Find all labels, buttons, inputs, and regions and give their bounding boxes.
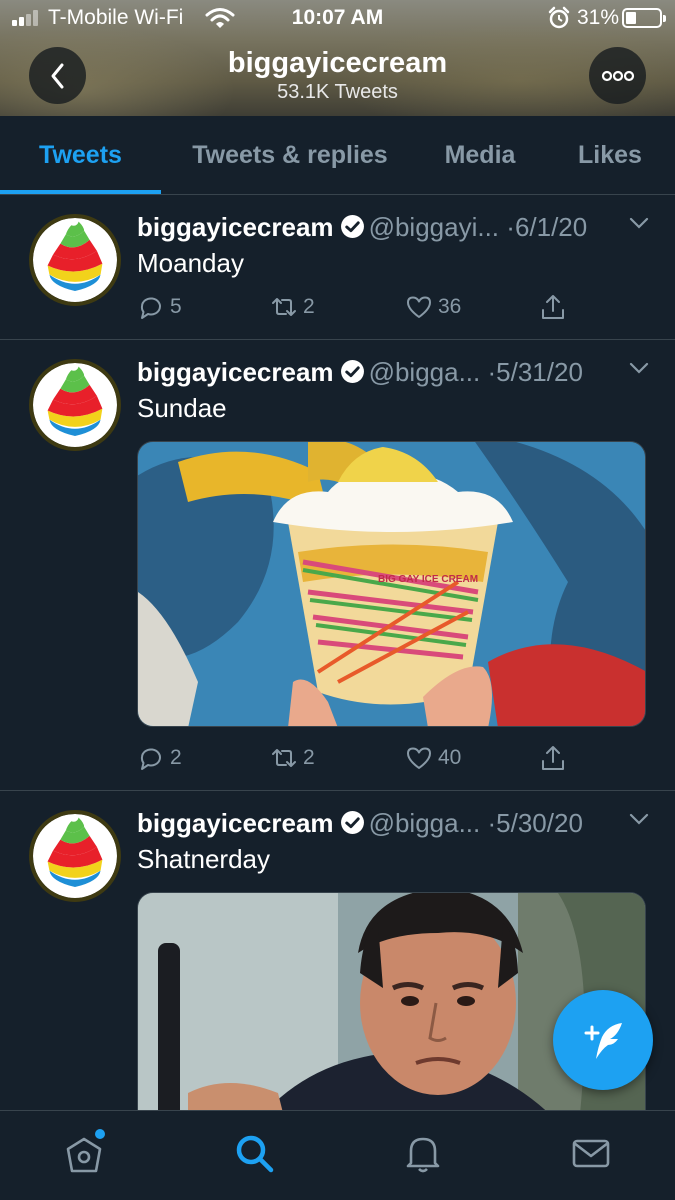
comment-icon <box>140 297 161 319</box>
reply-button[interactable]: 2 <box>137 741 182 775</box>
reply-count: 5 <box>170 295 182 318</box>
tweet-count: 53.1K Tweets <box>277 81 398 103</box>
tweet-header: biggayicecream @bigga... ·5/30/20 <box>137 808 657 840</box>
tab-likes[interactable]: Likes <box>560 116 660 194</box>
chevron-down-icon[interactable] <box>629 216 649 230</box>
author-name[interactable]: biggayicecream <box>137 808 334 838</box>
verified-badge-icon <box>340 360 364 383</box>
profile-tabs: Tweets Tweets & replies Media Likes <box>0 116 675 195</box>
tweet[interactable]: biggayicecream @bigga... ·5/31/20 Sundae … <box>0 341 675 791</box>
retweet-button[interactable]: 2 <box>270 290 315 324</box>
separator-dot: · <box>487 357 497 387</box>
profile-header: T-Mobile Wi-Fi 10:07 AM 31% biggayicecre… <box>0 0 675 116</box>
more-options-button[interactable] <box>589 47 646 104</box>
author-name[interactable]: biggayicecream <box>137 357 334 387</box>
reply-count: 2 <box>170 746 182 769</box>
search-icon[interactable] <box>232 1131 276 1175</box>
separator-dot: · <box>506 212 515 242</box>
compose-tweet-button[interactable] <box>553 990 653 1090</box>
avatar[interactable] <box>29 359 121 451</box>
feather-plus-icon <box>584 1023 622 1059</box>
verified-badge-icon <box>340 215 364 238</box>
tweet-photo-sundae[interactable]: BIG GAY ICE CREAM <box>137 441 646 727</box>
verified-badge-icon <box>340 811 364 834</box>
like-button[interactable]: 36 <box>405 290 461 324</box>
tab-media[interactable]: Media <box>420 116 540 194</box>
heart-icon <box>407 296 431 318</box>
clock: 10:07 AM <box>291 6 384 29</box>
status-bar: T-Mobile Wi-Fi 10:07 AM 31% <box>0 0 675 38</box>
separator-dot: · <box>487 808 497 838</box>
tweet-text: Sundae <box>137 393 227 423</box>
reply-button[interactable]: 5 <box>137 290 182 324</box>
like-count: 40 <box>438 746 462 769</box>
ice-cream-logo-icon <box>33 363 117 447</box>
profile-name: biggayicecream <box>227 47 448 79</box>
author-name[interactable]: biggayicecream <box>137 212 334 242</box>
retweet-count: 2 <box>303 746 315 769</box>
tweet-actions: 2 2 40 <box>137 741 577 775</box>
alarm-icon <box>548 6 570 29</box>
share-icon <box>542 295 564 319</box>
bottom-tab-bar <box>0 1110 675 1200</box>
heart-icon <box>407 747 431 769</box>
author-handle[interactable]: @bigga... <box>369 808 481 838</box>
chevron-down-icon[interactable] <box>629 812 649 826</box>
ice-cream-logo-icon <box>33 218 117 302</box>
cup-brand-text: BIG GAY ICE CREAM <box>378 574 478 585</box>
ice-cream-logo-icon <box>33 814 117 898</box>
retweet-count: 2 <box>303 295 315 318</box>
tweet-header: biggayicecream @bigga... ·5/31/20 <box>137 357 657 389</box>
like-count: 36 <box>438 295 462 318</box>
tab-tweets-and-replies[interactable]: Tweets & replies <box>165 116 415 194</box>
tweet-header: biggayicecream @biggayi... ·6/1/20 <box>137 212 657 244</box>
mail-icon[interactable] <box>569 1131 613 1175</box>
avatar[interactable] <box>29 214 121 306</box>
tweet-date[interactable]: 5/30/20 <box>496 808 583 838</box>
tweet[interactable]: biggayicecream @biggayi... ·6/1/20 Moanda… <box>0 196 675 340</box>
share-button[interactable] <box>539 290 572 324</box>
bell-icon[interactable] <box>401 1131 445 1175</box>
chevron-down-icon[interactable] <box>629 361 649 375</box>
tweet-actions: 5 2 36 <box>137 290 577 324</box>
retweet-icon <box>272 298 296 316</box>
active-tab-indicator <box>0 190 161 194</box>
battery-percentage: 31% <box>577 6 620 29</box>
tweet-date[interactable]: 6/1/20 <box>515 212 587 242</box>
tweet-text: Moanday <box>137 248 244 278</box>
author-handle[interactable]: @biggayi... <box>369 212 499 242</box>
tweet-date[interactable]: 5/31/20 <box>496 357 583 387</box>
retweet-icon <box>272 749 296 767</box>
comment-icon <box>140 748 161 770</box>
sundae-photo: BIG GAY ICE CREAM <box>138 442 645 726</box>
avatar[interactable] <box>29 810 121 902</box>
author-handle[interactable]: @bigga... <box>369 357 481 387</box>
share-icon <box>542 746 564 770</box>
notification-dot <box>95 1129 105 1139</box>
ellipsis-icon <box>601 70 634 81</box>
like-button[interactable]: 40 <box>405 741 461 775</box>
tab-tweets[interactable]: Tweets <box>0 116 161 194</box>
retweet-button[interactable]: 2 <box>270 741 315 775</box>
battery-icon <box>622 8 666 28</box>
tweet-text: Shatnerday <box>137 844 270 874</box>
share-button[interactable] <box>539 741 572 775</box>
